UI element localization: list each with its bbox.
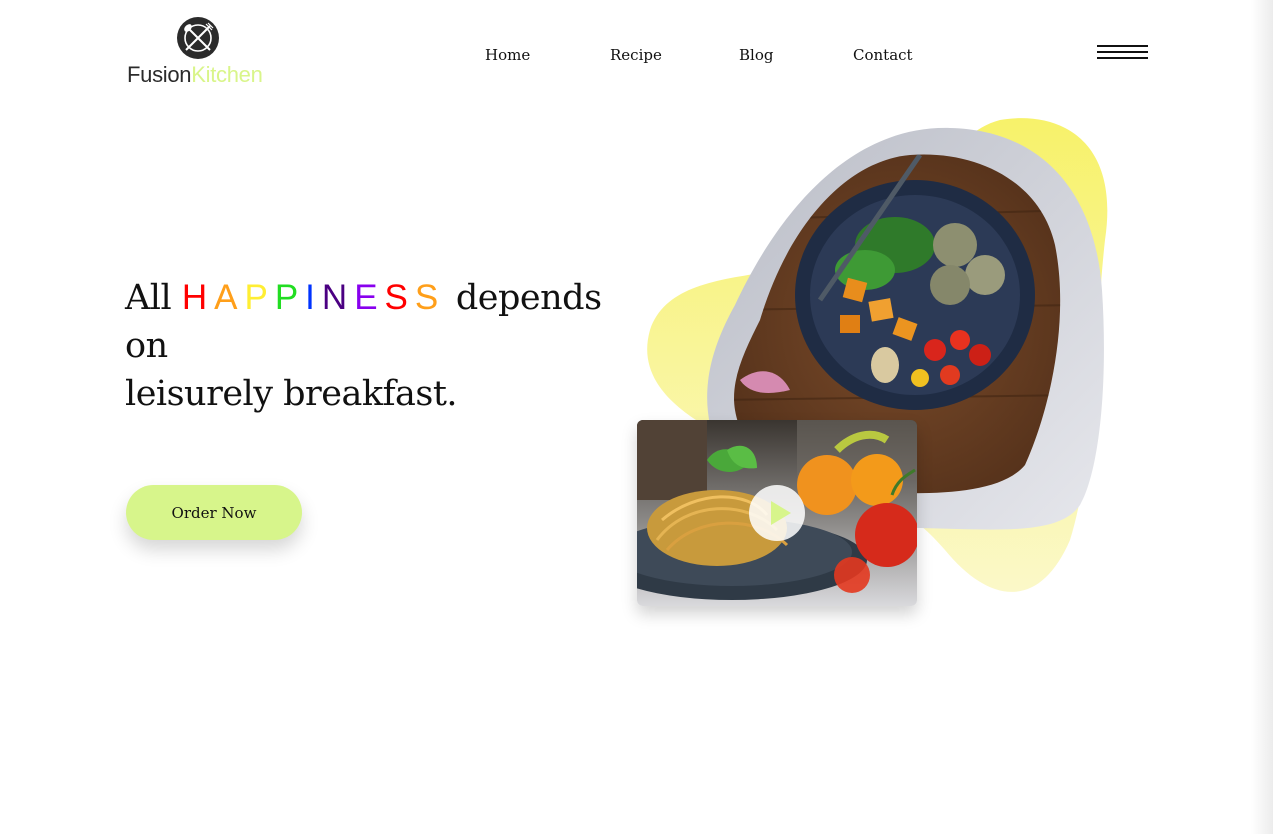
- order-now-button[interactable]: Order Now: [126, 485, 302, 540]
- menu-line: [1097, 57, 1148, 59]
- headline-letter: P: [274, 278, 300, 317]
- headline-line2: on: [125, 326, 168, 366]
- video-thumbnail-card[interactable]: [637, 420, 917, 606]
- headline-letter: E: [354, 278, 379, 317]
- brand-logo[interactable]: FusionKitchen: [126, 16, 286, 92]
- brand-name-part2: Kitchen: [191, 62, 263, 87]
- menu-line: [1097, 51, 1148, 53]
- headline-mid: depends: [455, 278, 602, 318]
- headline-letter: S: [414, 278, 440, 317]
- brand-name: FusionKitchen: [127, 62, 263, 88]
- brand-name-part1: Fusion: [127, 62, 192, 87]
- nav-blog[interactable]: Blog: [739, 46, 773, 64]
- hero-headline: All HAPPINESS depends on leisurely break…: [125, 274, 645, 418]
- page-edge-shadow: [1251, 0, 1273, 834]
- headline-letter: H: [181, 278, 209, 317]
- headline-line3: leisurely breakfast.: [125, 374, 458, 414]
- hamburger-menu-icon[interactable]: [1097, 45, 1149, 63]
- nav-home[interactable]: Home: [485, 46, 530, 64]
- nav-recipe[interactable]: Recipe: [610, 46, 662, 64]
- play-icon[interactable]: [749, 485, 805, 541]
- headline-letter: S: [384, 278, 409, 317]
- headline-letter: I: [305, 278, 316, 317]
- headline-letter: N: [321, 278, 349, 317]
- fork-and-knife-plate-icon: [177, 17, 219, 59]
- nav-contact[interactable]: Contact: [853, 46, 913, 64]
- headline-colored-word: HAPPINESS: [182, 278, 445, 317]
- headline-prefix: All: [125, 278, 172, 318]
- headline-letter: A: [214, 278, 239, 317]
- menu-line: [1097, 45, 1148, 47]
- headline-letter: P: [244, 278, 269, 317]
